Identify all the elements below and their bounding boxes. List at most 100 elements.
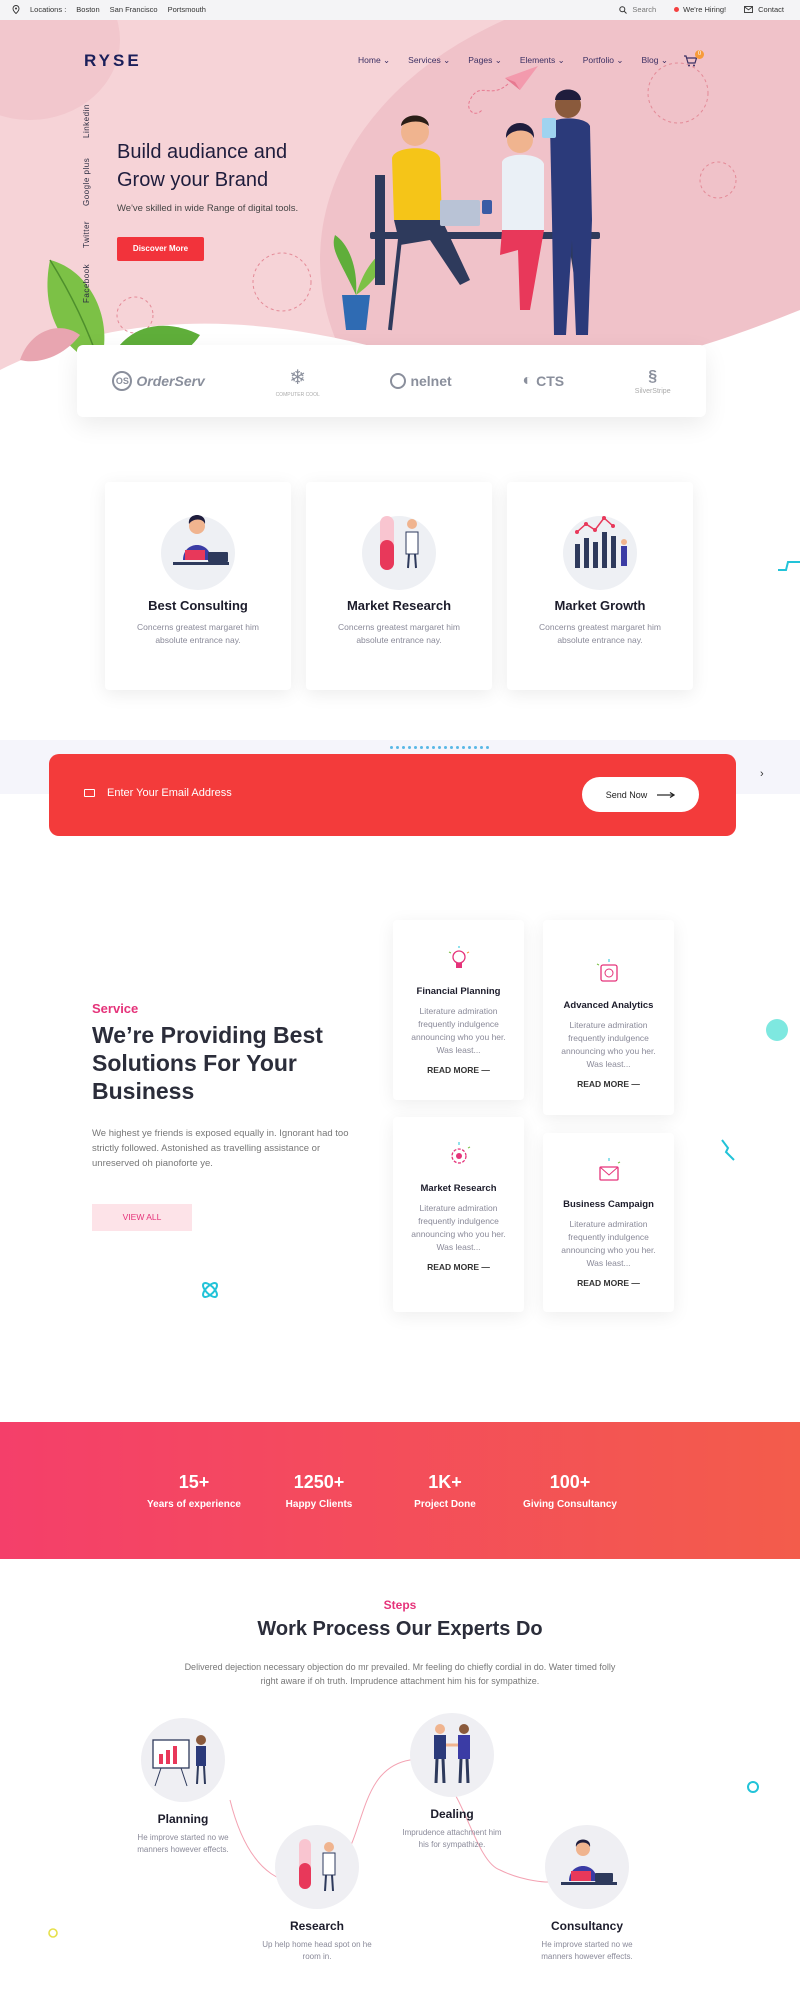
deco-dashed-circle [699,161,737,199]
topbar-right: Search We're Hiring! Contact [619,5,784,14]
nav-home[interactable]: Home ⌄ [358,55,390,66]
partner-logos: OS OrderServ ❄ COMPUTER COOL nelnet ◐ CT… [77,345,706,417]
partner-logo-silverstripe[interactable]: § SilverStripe [635,368,671,395]
step-title: Planning [157,1812,209,1826]
feature-card-market-research[interactable]: Market Research Concerns greatest margar… [306,482,492,690]
step-desc: He improve started no we manners however… [541,1940,633,1961]
services-desc: We highest ye friends is exposed equally… [92,1128,349,1169]
location-san-francisco[interactable]: San Francisco [110,5,158,14]
services-label: Service [92,1001,139,1016]
arrow-right-icon [657,791,676,798]
read-more-label: READ MORE [427,1065,480,1075]
service-title: Advanced Analytics [563,1000,654,1011]
search-label: Search [632,5,657,14]
step-planning: Planning He improve started no we manner… [118,1718,248,1856]
top-bar: Locations : Boston San Francisco Portsmo… [0,0,800,20]
stat-clients: 1250+ Happy Clients [259,1472,379,1510]
nav-services-label: Services [408,55,441,65]
lightbulb-icon [444,944,474,974]
send-now-button[interactable]: Send Now [582,777,699,812]
step-desc: Up help home head spot on he room in. [262,1940,372,1961]
service-card-financial-planning[interactable]: Financial Planning Literature admiration… [393,920,524,1100]
growth-illustration [555,510,645,590]
service-card-market-research[interactable]: Market Research Literature admiration fr… [393,1117,524,1312]
social-google-plus[interactable]: Google plus [82,158,91,206]
stat-label: Years of experience [147,1499,241,1510]
social-facebook[interactable]: Facebook [82,264,91,303]
team-meeting-illustration [333,89,600,335]
step-title: Consultancy [550,1919,623,1933]
research-step-illustration [275,1825,359,1909]
chevron-right-icon[interactable]: › [760,768,764,780]
partner-logo-orderserv[interactable]: OS OrderServ [112,371,205,391]
read-more-link[interactable]: READ MORE — [393,1262,524,1272]
view-all-button[interactable]: VIEW ALL [92,1204,192,1231]
discover-more-button[interactable]: Discover More [117,237,204,261]
steps-label: Steps [383,1598,417,1612]
stat-consultancy: 100+ Giving Consultancy [510,1472,630,1510]
stat-label: Giving Consultancy [523,1499,617,1510]
cart-button[interactable]: 0 [683,50,704,67]
site-logo[interactable]: RYSE [84,51,142,71]
nav-pages[interactable]: Pages ⌄ [468,55,502,66]
hiring-label: We're Hiring! [683,5,727,14]
location-portsmouth[interactable]: Portsmouth [168,5,206,14]
envelope-icon [84,789,95,797]
nav-home-label: Home [358,55,381,65]
nav-elements[interactable]: Elements ⌄ [520,55,565,66]
stat-years: 15+ Years of experience [134,1472,254,1510]
service-card-business-campaign[interactable]: Business Campaign Literature admiration … [543,1133,674,1312]
snowflake-icon: ❄ [289,366,307,389]
presentation-board-icon [152,1735,206,1787]
stat-value: 15+ [178,1472,210,1492]
social-twitter[interactable]: Twitter [82,221,91,248]
partner-name: COMPUTER COOL [275,391,320,398]
partner-name: OrderServ [136,373,205,389]
nav-services[interactable]: Services ⌄ [408,55,450,66]
deco-squiggle [778,561,800,571]
read-more-link[interactable]: READ MORE — [543,1278,674,1288]
cts-mark-icon: ◐ [522,372,533,389]
search-link[interactable]: Search [619,5,656,14]
handshake-icon [434,1724,470,1784]
stat-value: 1K+ [428,1472,462,1492]
nav-pages-label: Pages [468,55,493,65]
feature-card-best-consulting[interactable]: Best Consulting Concerns greatest margar… [105,482,291,690]
partner-logo-computer-cool[interactable]: ❄ COMPUTER COOL [276,365,320,398]
send-now-label: Send Now [605,789,648,800]
feature-card-market-growth[interactable]: Market Growth Concerns greatest margaret… [507,482,693,690]
service-title: Business Campaign [563,1199,654,1210]
bar-chart-growth-icon [575,516,627,568]
stat-projects: 1K+ Project Done [385,1472,505,1510]
step-title: Dealing [430,1807,474,1821]
step-desc: Imprudence attachment him his for sympat… [402,1828,502,1849]
read-more-link[interactable]: READ MORE — [393,1065,524,1075]
deco-squiggle [721,1139,735,1161]
stats-band: 15+ Years of experience 1250+ Happy Clie… [0,1422,800,1559]
locations-label: Locations : [30,5,67,14]
deco-circle [766,1019,788,1041]
service-card-advanced-analytics[interactable]: Advanced Analytics Literature admiration… [543,920,674,1115]
woman-laptop-icon [561,1839,617,1885]
contact-link[interactable]: Contact [744,5,784,14]
dealing-illustration [410,1713,494,1797]
partner-logo-cts[interactable]: ◐ CTS [522,372,564,390]
deco-ring [747,1781,759,1793]
nav-portfolio[interactable]: Portfolio ⌄ [583,55,624,66]
silverstripe-mark-icon: § [648,367,658,385]
consultancy-illustration [545,1825,629,1909]
read-more-link[interactable]: READ MORE — [543,1079,674,1089]
nav-blog[interactable]: Blog ⌄ [641,55,668,66]
research-illustration [354,510,444,590]
email-input[interactable] [107,787,407,799]
contact-label: Contact [758,5,784,14]
planning-illustration [141,1718,225,1802]
service-desc: Literature admiration frequently indulge… [561,1020,656,1069]
orderserv-mark-icon: OS [112,371,133,391]
location-boston[interactable]: Boston [76,5,99,14]
hiring-link[interactable]: We're Hiring! [674,5,726,14]
partner-logo-nelnet[interactable]: nelnet [390,373,452,389]
social-linkedin[interactable]: Linkedin [82,104,91,138]
nav-elements-label: Elements [519,55,556,65]
deco-dashed-circle [252,252,312,312]
